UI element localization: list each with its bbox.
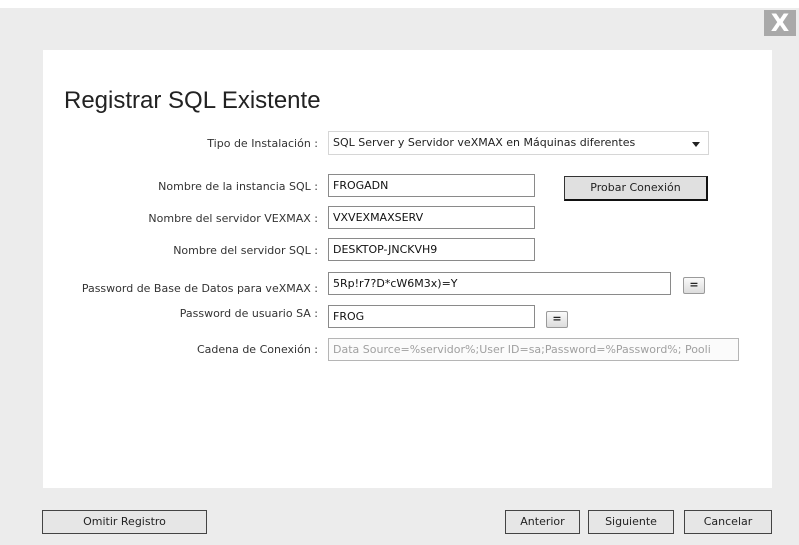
cadena-conexion-label: Cadena de Conexión : (196, 343, 318, 356)
top-strip (0, 0, 799, 8)
siguiente-button[interactable]: Siguiente (588, 510, 674, 534)
page-title: Registrar SQL Existente (64, 87, 321, 114)
servidor-sql-label: Nombre del servidor SQL : (173, 244, 318, 257)
omitir-registro-button[interactable]: Omitir Registro (42, 510, 207, 534)
dialog-panel (43, 50, 772, 488)
reveal-password-bd-button[interactable]: = (683, 277, 705, 294)
tipo-instalacion-value: SQL Server y Servidor veXMAX en Máquinas… (333, 136, 636, 149)
close-icon: X (770, 9, 790, 37)
instancia-sql-label: Nombre de la instancia SQL : (158, 180, 318, 193)
anterior-button[interactable]: Anterior (505, 510, 580, 534)
cancelar-button[interactable]: Cancelar (684, 510, 772, 534)
probar-conexion-button[interactable]: Probar Conexión (564, 176, 708, 201)
password-bd-input[interactable]: 5Rp!r7?D*cW6M3x)=Y (328, 272, 671, 295)
password-sa-input[interactable]: FROG (328, 305, 535, 328)
password-sa-label: Password de usuario SA : (179, 307, 318, 320)
cadena-conexion-input: Data Source=%servidor%;User ID=sa;Passwo… (328, 338, 739, 361)
servidor-vexmax-label: Nombre del servidor VEXMAX : (148, 212, 318, 225)
servidor-vexmax-input[interactable]: VXVEXMAXSERV (328, 206, 535, 229)
instancia-sql-input[interactable]: FROGADN (328, 174, 535, 197)
tipo-instalacion-select[interactable]: SQL Server y Servidor veXMAX en Máquinas… (328, 131, 709, 155)
servidor-sql-input[interactable]: DESKTOP-JNCKVH9 (328, 238, 535, 261)
chevron-down-icon (692, 142, 700, 147)
close-button[interactable]: X (764, 9, 796, 37)
tipo-instalacion-label: Tipo de Instalación : (207, 137, 318, 150)
password-bd-label: Password de Base de Datos para veXMAX : (81, 282, 318, 295)
reveal-password-sa-button[interactable]: = (546, 311, 568, 328)
